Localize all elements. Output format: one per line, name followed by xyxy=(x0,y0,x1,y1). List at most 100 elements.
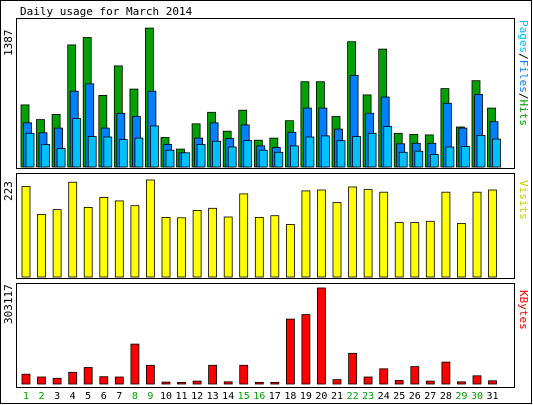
kbytes-bar-day-13 xyxy=(208,364,218,385)
kbytes-bar-day-20 xyxy=(316,287,326,385)
pages-bar-day-26 xyxy=(414,150,424,168)
visits-bar-day-9 xyxy=(145,179,155,278)
visits-bar-day-18 xyxy=(285,223,295,278)
kbytes-bar-day-27 xyxy=(425,380,435,385)
visits-bar-day-30 xyxy=(472,191,482,278)
day-label-8: 8 xyxy=(132,391,138,402)
kbytes-bar-day-11 xyxy=(177,381,186,385)
kbytes-bar-day-31 xyxy=(488,380,497,385)
day-label-19: 19 xyxy=(300,391,312,402)
pages-bar-day-17 xyxy=(274,151,284,168)
legend-hits: Hits xyxy=(517,100,530,127)
day-label-9: 9 xyxy=(147,391,153,402)
legend-visits: Visits xyxy=(517,180,530,220)
kbytes-bar-day-6 xyxy=(99,376,109,385)
visits-bar-day-28 xyxy=(441,191,451,278)
visits-bar-day-4 xyxy=(68,181,78,278)
hits-panel-legend: Pages/Files/Hits xyxy=(517,20,530,126)
kbytes-bar-day-7 xyxy=(114,376,124,385)
kbytes-bar-day-25 xyxy=(394,380,404,385)
kbytes-bar-day-9 xyxy=(145,364,155,385)
pages-bar-day-15 xyxy=(243,140,253,168)
visits-bar-day-8 xyxy=(130,205,140,278)
legend-sep-1: / xyxy=(517,53,530,60)
pages-bar-day-13 xyxy=(212,140,222,168)
kbytes-bar-day-21 xyxy=(332,379,342,385)
visits-bar-day-11 xyxy=(177,217,186,278)
visits-bar-day-25 xyxy=(394,222,404,278)
kbytes-bar-day-14 xyxy=(223,381,233,385)
visits-bar-day-10 xyxy=(161,216,171,278)
visits-bar-day-12 xyxy=(192,209,202,278)
pages-bar-day-25 xyxy=(398,151,408,168)
visits-bar-day-14 xyxy=(223,216,233,278)
kbytes-bar-day-28 xyxy=(441,361,451,385)
kbytes-bar-day-3 xyxy=(52,377,62,385)
pages-bar-day-30 xyxy=(476,134,486,168)
kbytes-bar-day-15 xyxy=(239,364,249,385)
visits-bar-day-1 xyxy=(21,186,31,278)
day-label-7: 7 xyxy=(116,391,122,402)
day-label-31: 31 xyxy=(486,391,498,402)
kbytes-bar-day-17 xyxy=(270,381,280,385)
pages-bar-day-3 xyxy=(56,148,66,168)
chart-canvas: Daily usage for March 2014 1387 223 3031… xyxy=(0,0,532,404)
pages-bar-day-11 xyxy=(181,152,190,168)
pages-bar-day-14 xyxy=(227,146,237,168)
pages-bar-day-21 xyxy=(336,140,346,168)
pages-bar-day-31 xyxy=(492,138,501,168)
day-label-4: 4 xyxy=(70,391,76,402)
visits-bar-day-17 xyxy=(270,215,280,278)
pages-bar-day-24 xyxy=(383,126,393,168)
day-label-16: 16 xyxy=(253,391,265,402)
pages-bar-day-9 xyxy=(149,125,159,168)
day-label-21: 21 xyxy=(331,391,343,402)
daily-usage-chart: Daily usage for March 2014 1387 223 3031… xyxy=(0,0,533,405)
chart-title: Daily usage for March 2014 xyxy=(20,5,193,18)
visits-bar-day-16 xyxy=(254,216,264,278)
kbytes-bar-day-16 xyxy=(254,381,264,385)
visits-bar-day-26 xyxy=(410,222,420,278)
kbytes-bar-day-22 xyxy=(348,352,358,385)
legend-sep-2: / xyxy=(517,93,530,100)
day-label-24: 24 xyxy=(378,391,390,402)
kbytes-bar-day-2 xyxy=(37,376,46,385)
day-label-25: 25 xyxy=(393,391,405,402)
kbytes-bar-day-30 xyxy=(472,375,482,385)
pages-bar-day-27 xyxy=(429,153,439,168)
kbytes-bar-day-10 xyxy=(161,381,171,385)
day-label-11: 11 xyxy=(175,391,187,402)
pages-bar-day-28 xyxy=(445,146,455,168)
visits-max-label: 223 xyxy=(2,181,15,201)
pages-bar-day-5 xyxy=(87,136,97,168)
day-label-28: 28 xyxy=(440,391,452,402)
pages-bar-day-29 xyxy=(460,146,470,168)
day-label-27: 27 xyxy=(424,391,436,402)
kbytes-bar-day-19 xyxy=(301,314,311,385)
visits-bar-day-15 xyxy=(239,193,249,278)
day-label-22: 22 xyxy=(347,391,359,402)
kbytes-bar-day-24 xyxy=(379,368,389,385)
kbytes-bar-day-5 xyxy=(83,367,93,385)
pages-bar-day-2 xyxy=(41,143,50,168)
pages-bar-day-1 xyxy=(25,132,35,168)
visits-bar-day-20 xyxy=(316,189,326,278)
visits-bar-day-13 xyxy=(208,207,218,278)
visits-bar-day-29 xyxy=(456,223,466,278)
day-label-3: 3 xyxy=(54,391,60,402)
day-label-17: 17 xyxy=(269,391,281,402)
day-label-2: 2 xyxy=(38,391,44,402)
visits-bar-day-24 xyxy=(379,191,389,278)
visits-bar-day-3 xyxy=(52,209,62,278)
visits-bar-day-2 xyxy=(37,213,46,278)
pages-bar-day-8 xyxy=(134,137,144,168)
pages-bar-day-4 xyxy=(72,118,82,168)
kbytes-bar-day-12 xyxy=(192,380,202,385)
pages-bar-day-18 xyxy=(289,145,299,168)
visits-bar-day-31 xyxy=(488,189,497,278)
visits-bar-day-5 xyxy=(83,206,93,278)
pages-bar-day-10 xyxy=(165,149,175,168)
pages-bar-day-23 xyxy=(367,132,377,168)
day-label-5: 5 xyxy=(85,391,91,402)
day-label-12: 12 xyxy=(191,391,203,402)
